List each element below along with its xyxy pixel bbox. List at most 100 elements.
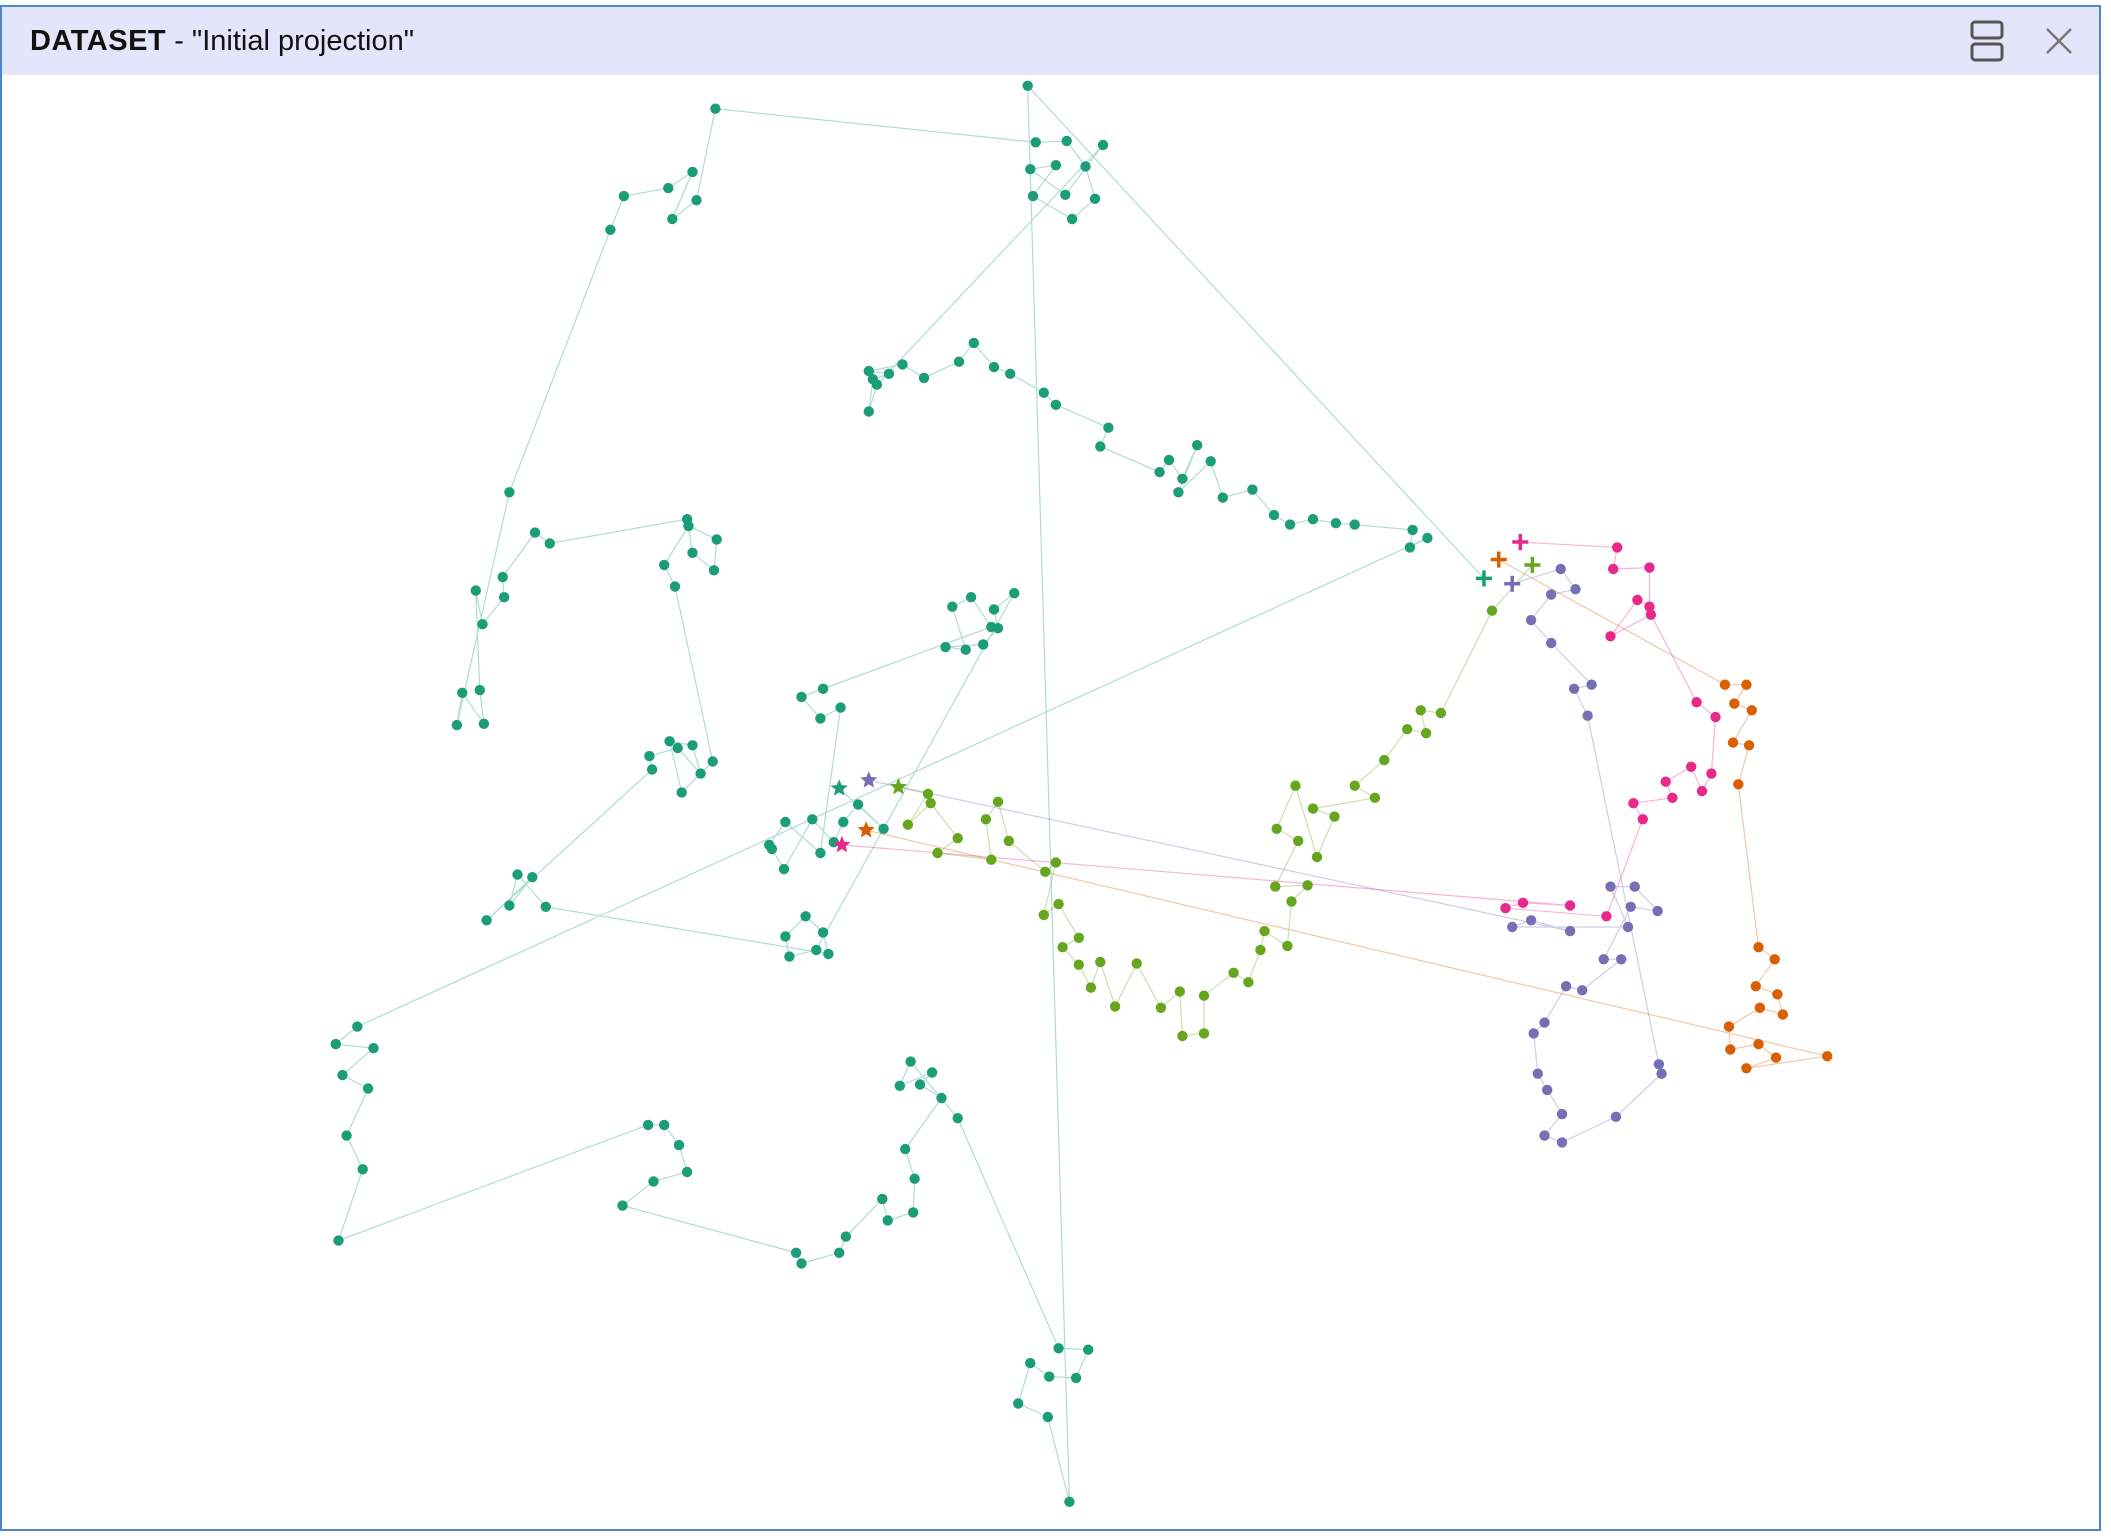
series-5-point[interactable] (1415, 705, 1426, 716)
series-1-point[interactable] (540, 901, 551, 912)
series-1-point[interactable] (681, 514, 693, 525)
series-5-point[interactable] (1259, 925, 1270, 937)
series-5-point[interactable] (992, 796, 1004, 807)
series-5-point[interactable] (1290, 780, 1301, 791)
series-5-point[interactable] (1155, 1002, 1167, 1013)
series-1-point[interactable] (815, 847, 826, 859)
series-1-point[interactable] (659, 1119, 670, 1131)
series-4-point[interactable] (1632, 594, 1643, 606)
series-1-point[interactable] (457, 687, 468, 698)
series-5-point[interactable] (1286, 896, 1297, 907)
series-1-point[interactable] (1089, 193, 1101, 204)
series-5-point[interactable] (1198, 1028, 1210, 1039)
series-4-point[interactable] (1686, 761, 1697, 772)
series-2-point[interactable] (1743, 740, 1755, 751)
series-1-point[interactable] (790, 1247, 802, 1259)
series-5-point[interactable] (932, 847, 943, 859)
series-1-point[interactable] (1042, 1411, 1054, 1423)
series-1-point[interactable] (918, 372, 930, 384)
series-5-point[interactable] (1271, 823, 1282, 834)
series-5-point[interactable] (1131, 958, 1142, 969)
series-3-point[interactable] (1539, 1017, 1550, 1028)
series-1-point[interactable] (673, 1139, 685, 1151)
series-1-point[interactable] (663, 182, 674, 194)
series-3-point[interactable] (1539, 1130, 1550, 1141)
series-1-point[interactable] (852, 799, 864, 810)
series-1-point[interactable] (1027, 190, 1039, 202)
series-1-point[interactable] (474, 684, 485, 696)
series-1-point[interactable] (504, 900, 515, 911)
series-1-point[interactable] (1064, 1496, 1075, 1508)
series-3-point[interactable] (1525, 614, 1537, 626)
series-1-point[interactable] (914, 1079, 926, 1090)
series-1-point[interactable] (368, 1043, 379, 1054)
series-1-point[interactable] (838, 816, 849, 828)
series-3-point[interactable] (1556, 1137, 1568, 1148)
series-1-point[interactable] (352, 1021, 363, 1032)
series-5-point[interactable] (1050, 857, 1062, 868)
series-1-point[interactable] (1349, 519, 1360, 530)
series-3-point[interactable] (1610, 1111, 1622, 1123)
series-1-point[interactable] (1205, 456, 1216, 467)
series-1-point[interactable] (617, 1200, 628, 1211)
series-1-point[interactable] (1404, 542, 1416, 553)
series-1-point[interactable] (642, 1119, 654, 1131)
series-1-point[interactable] (800, 911, 811, 922)
series-1-point[interactable] (840, 1231, 852, 1242)
series-5-point[interactable] (1311, 851, 1323, 863)
series-1-point[interactable] (710, 103, 721, 114)
series-1-point[interactable] (834, 1247, 845, 1259)
series-1-point[interactable] (1284, 519, 1296, 530)
series-5-point[interactable] (902, 819, 914, 830)
series-5-point[interactable] (1486, 605, 1498, 616)
series-1-point[interactable] (1097, 139, 1109, 151)
series-1-point[interactable] (659, 559, 670, 571)
series-1-point[interactable] (1163, 454, 1175, 466)
window-titlebar[interactable]: DATASET - "Initial projection" (2, 7, 2099, 75)
series-1-point[interactable] (1217, 492, 1229, 503)
series-1-point[interactable] (478, 718, 490, 729)
series-1-point[interactable] (936, 1092, 947, 1104)
series-5-point[interactable] (986, 854, 997, 865)
series-1-point[interactable] (1247, 484, 1258, 495)
series-3-point[interactable] (1577, 985, 1588, 996)
series-1-point[interactable] (823, 948, 834, 960)
series-1-point[interactable] (529, 527, 541, 538)
series-1-point[interactable] (1025, 164, 1036, 175)
series-5-point[interactable] (1435, 707, 1447, 719)
series-5-point[interactable] (952, 833, 963, 844)
series-4-point[interactable] (1564, 900, 1576, 911)
series-1-point[interactable] (481, 915, 492, 926)
series-1-point[interactable] (1407, 524, 1418, 536)
series-1-point[interactable] (878, 823, 889, 834)
series-1-point[interactable] (817, 927, 829, 938)
series-1-point[interactable] (883, 368, 895, 379)
series-4-point[interactable] (1608, 563, 1619, 575)
series-4-end-plus[interactable] (1512, 534, 1529, 551)
series-5-point[interactable] (1073, 959, 1085, 970)
series-3-point[interactable] (1525, 915, 1537, 926)
series-1-point[interactable] (1177, 473, 1188, 484)
series-5-point[interactable] (1109, 1001, 1121, 1012)
series-2-point[interactable] (1769, 954, 1780, 965)
series-3-end-plus[interactable] (1504, 575, 1521, 592)
series-3-point[interactable] (1616, 954, 1627, 965)
series-1-point[interactable] (1095, 441, 1106, 452)
series-1-point[interactable] (978, 639, 989, 650)
series-1-point[interactable] (940, 641, 951, 653)
series-1-point[interactable] (780, 931, 791, 942)
series-4-point[interactable] (1644, 601, 1655, 612)
series-1-point[interactable] (695, 768, 706, 779)
series-1-point[interactable] (1066, 213, 1078, 225)
series-2-point[interactable] (1822, 1051, 1833, 1062)
series-3-point[interactable] (1653, 1059, 1665, 1070)
series-1-point[interactable] (1053, 1343, 1064, 1354)
series-1-point[interactable] (780, 816, 791, 828)
projection-scatter-plot[interactable] (2, 75, 2099, 1529)
series-1-point[interactable] (1005, 368, 1016, 379)
series-1-point[interactable] (618, 190, 630, 202)
series-1-point[interactable] (905, 1056, 916, 1067)
series-5-point[interactable] (1420, 728, 1432, 739)
series-1-point[interactable] (992, 623, 1004, 634)
series-1-point[interactable] (357, 1164, 368, 1175)
